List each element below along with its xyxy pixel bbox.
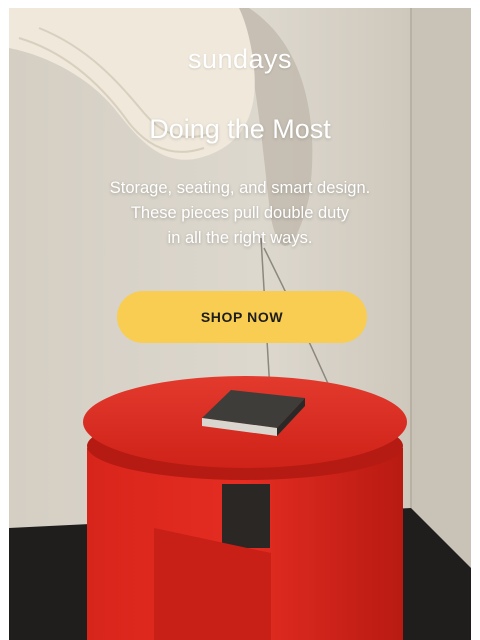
body-line: Storage, seating, and smart design. xyxy=(109,179,371,197)
hero-headline: Doing the Most xyxy=(149,114,331,144)
brand-logo[interactable]: sundays xyxy=(9,44,471,75)
body-line: These pieces pull double duty xyxy=(130,204,350,222)
hero-body-copy: Storage, seating, and smart design. Thes… xyxy=(69,176,411,251)
body-line: in all the right ways. xyxy=(167,229,313,247)
hero-banner: sundays Doing the Most Storage, seating,… xyxy=(9,8,471,640)
shop-now-button[interactable]: SHOP NOW xyxy=(117,291,367,343)
